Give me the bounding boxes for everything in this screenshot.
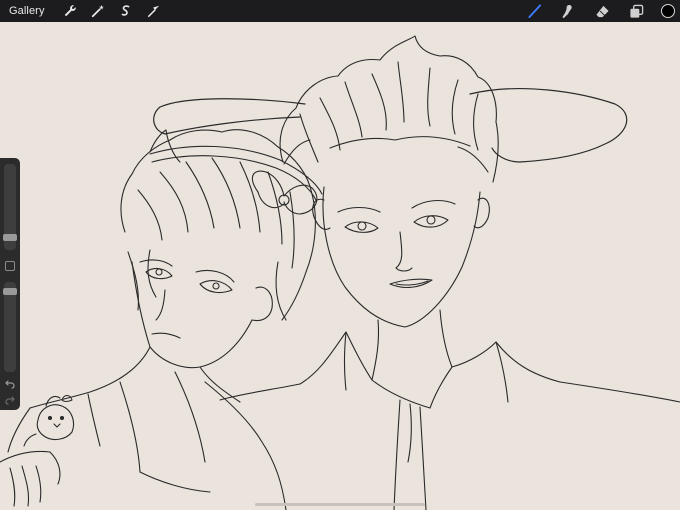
undo-button[interactable] (4, 378, 16, 390)
wrench-icon (64, 5, 76, 17)
brush-tool-button[interactable] (523, 0, 545, 22)
brush-size-thumb[interactable] (3, 234, 17, 241)
drawing-canvas[interactable] (0, 22, 680, 510)
eraser-tool-button[interactable] (591, 0, 613, 22)
brush-sidebar (0, 158, 20, 410)
color-picker-button[interactable] (661, 4, 675, 18)
smudge-tool-button[interactable] (557, 0, 579, 22)
gallery-button[interactable]: Gallery (9, 5, 45, 17)
left-figure-body (0, 346, 287, 510)
right-tool-group (511, 0, 680, 22)
actions-button[interactable] (59, 0, 81, 22)
selection-icon (121, 5, 129, 16)
undo-icon (5, 380, 15, 389)
opacity-slider[interactable] (3, 282, 17, 372)
selection-button[interactable] (115, 0, 137, 22)
transform-button[interactable] (143, 0, 165, 22)
redo-icon (5, 396, 15, 405)
transform-icon (147, 5, 159, 18)
adjustments-button[interactable] (87, 0, 109, 22)
home-indicator (255, 503, 425, 506)
opacity-thumb[interactable] (3, 288, 17, 295)
left-figure-hair (120, 129, 316, 321)
right-figure-hair (279, 35, 499, 183)
smudge-icon (561, 4, 572, 18)
magic-wand-icon (91, 4, 104, 18)
left-figure-face (131, 259, 273, 369)
brush-icon (527, 3, 541, 18)
redo-button[interactable] (4, 394, 16, 406)
eraser-icon (595, 5, 609, 17)
right-figure-face (312, 186, 490, 328)
layers-button[interactable] (625, 0, 647, 22)
bunny-ear-right (469, 87, 628, 163)
top-toolbar: Gallery (0, 0, 680, 22)
layers-icon (629, 4, 643, 18)
modify-button[interactable] (5, 261, 15, 271)
brush-size-slider[interactable] (3, 164, 17, 250)
right-figure-body (219, 309, 680, 510)
